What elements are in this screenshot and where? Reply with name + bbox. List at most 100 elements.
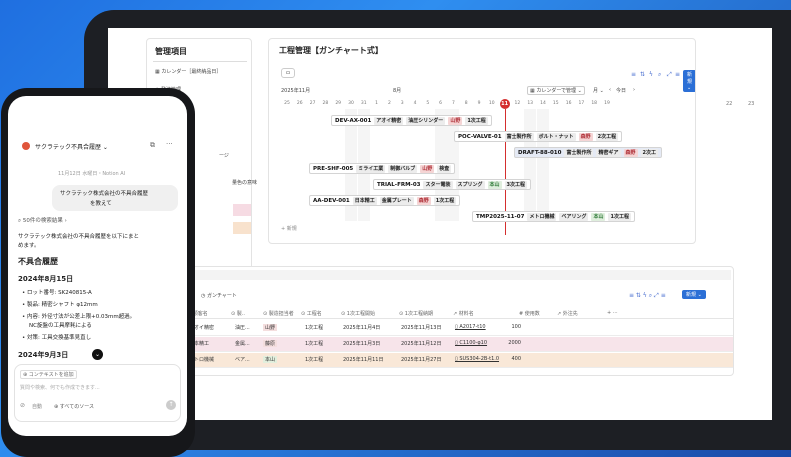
bar-tag: 1次工程 [433, 197, 457, 205]
gantt-bar[interactable]: TMP2025-11-07 メトロ機械 ベアリング 本山 1次工程 [472, 211, 635, 222]
layout-toggle-icon[interactable]: ▭ [281, 68, 295, 78]
day-label: 8 [464, 101, 468, 106]
gantt-view-tab[interactable]: ◷ ガンチャート [201, 292, 237, 299]
cell-product: 金属... [235, 341, 250, 347]
cell-staff: 本山 [263, 356, 278, 363]
search-results-link[interactable]: ⌕ 50件の検索結果 › [18, 216, 67, 225]
cell-material[interactable]: ▯ C1100-φ10 [455, 340, 487, 346]
bullet-content: • 内容: 外径寸法が公差上限+0.03mm超過。 [22, 314, 136, 320]
month-toggle[interactable]: 月 ⌄ [593, 87, 604, 94]
gantt-bar[interactable]: DEV-AX-001 アオイ精密 油圧シリンダー 山野 1次工程 [331, 115, 492, 126]
cell-qty: 2000 [508, 340, 521, 346]
calendar-manage-button[interactable]: ▦ カレンダーで管理 ⌄ [527, 86, 585, 95]
add-context-button[interactable]: ⊕ コンテキストを追加 [20, 370, 77, 379]
bar-tag: 山野 [420, 165, 435, 173]
send-button[interactable]: ↑ [166, 400, 176, 410]
bar-id: DEV-AX-001 [335, 118, 372, 124]
sidebar-item-page[interactable]: ージ [219, 152, 229, 159]
today-marker: 11 [499, 99, 510, 109]
bar-tag: スター電装 [423, 181, 453, 189]
date-heading-1: 2024年8月15日 [18, 275, 74, 283]
day-label: 28 [322, 101, 329, 106]
gantt-bar[interactable]: DRAFT-88-010 富士製作所 精密ギア 森野 2次工 [514, 147, 662, 158]
new-chat-icon[interactable]: ⧉ [150, 141, 155, 150]
filter-icon[interactable]: ≡ [631, 71, 636, 78]
day-label: 5 [426, 101, 430, 106]
cell-staff: 藤原 [263, 340, 278, 347]
bar-tag: 森野 [578, 133, 593, 141]
legend-row-pink [233, 204, 251, 216]
cell-due: 2025年11月27日 [401, 357, 442, 363]
search-icon[interactable]: ⌕ [658, 71, 661, 79]
today-button[interactable]: 今日 [616, 87, 626, 94]
column-header[interactable]: ⊙ 1次工程納期 [399, 310, 433, 317]
column-header[interactable]: ⊙ 製造担当者 [263, 310, 294, 317]
scroll-down-button[interactable]: ⌄ [92, 349, 103, 360]
more-icon[interactable]: ≡ [675, 71, 680, 78]
column-header[interactable]: ↗ 外注先 [557, 310, 578, 317]
day-label: 6 [439, 101, 443, 106]
day-label: 13 [527, 101, 534, 106]
gantt-panel: 工程管理【ガンチャート式】 ▭ ≡ ⇅ ϟ ⌕ ⤢ ≡ 新規 ⌄ 2025年11… [268, 38, 696, 244]
bar-tag: ミライ工業 [356, 165, 386, 173]
add-row-button[interactable]: + 新規 [281, 225, 297, 232]
day-label: 17 [578, 101, 585, 106]
bar-id: DRAFT-88-010 [518, 150, 562, 156]
bar-tag: 油圧シリンダー [406, 117, 446, 125]
sidebar-item-calendar[interactable]: ▦ カレンダー［最終納品日］ [155, 68, 221, 75]
extra-day-22: 22 [726, 101, 733, 107]
bar-tag: 精密ギア [596, 149, 621, 157]
cell-material[interactable]: ▯ SUS304-2B-t1.0 [455, 356, 499, 362]
nav-prev-icon[interactable]: ‹ [609, 87, 611, 93]
gantt-bar[interactable]: POC-VALVE-01 富士製作所 ボルト・ナット 森野 2次工程 [454, 131, 623, 142]
gantt-bar[interactable]: PRE-SHF-005 ミライ工業 制御バルブ 山野 検査 [309, 163, 456, 174]
expand-icon[interactable]: ⤢ [667, 71, 672, 79]
nav-next-icon[interactable]: › [633, 87, 635, 93]
cell-material[interactable]: ▯ A2017-t10 [455, 324, 486, 330]
chat-input-placeholder[interactable]: 質問や検索、何でも作成できます... [20, 384, 100, 391]
bar-tag: 日本精工 [352, 197, 377, 205]
table-new-button[interactable]: 新規 ⌄ [682, 290, 706, 299]
new-button[interactable]: 新規 ⌄ [683, 70, 695, 92]
tablet-screen: 管理項目 ▦ カレンダー［最終納品日］ ◎ 発注管理 ージ 量色の意味 工程管理… [108, 28, 772, 420]
column-header[interactable]: ⊙ 工程名 [301, 310, 322, 317]
day-label: 1 [375, 101, 379, 106]
column-header[interactable]: ⊙ 1次工程開始 [341, 310, 375, 317]
table-header: ⊙ 顧客名 ⊙ 製.. ⊙ 製造担当者 ⊙ 工程名 ⊙ 1次工程開始 ⊙ 1次工程納期 ↗ … [147, 307, 733, 319]
gantt-title: 工程管理【ガンチャート式】 [279, 46, 383, 55]
column-header[interactable]: ↗ 材料名 [453, 310, 474, 317]
add-column-icon[interactable]: + ··· [607, 310, 618, 316]
column-header[interactable]: # 使用数 [519, 310, 540, 317]
bar-tag: 本山 [591, 213, 606, 221]
day-label: 7 [451, 101, 455, 106]
bar-tag: 3次工程 [504, 181, 528, 189]
bar-tag: 富士製作所 [564, 149, 594, 157]
gantt-bar[interactable]: TRIAL-FRM-03 スター電装 スプリング 本山 3次工程 [373, 179, 532, 190]
lightning-icon[interactable]: ϟ [649, 71, 653, 78]
bar-id: AA-DEV-001 [313, 198, 350, 204]
bar-id: TMP2025-11-07 [476, 214, 525, 220]
sources-selector[interactable]: ⊕ すべてのソース [54, 403, 94, 410]
chat-title[interactable]: サクラテック不具合履歴 ⌄ [35, 142, 108, 151]
section-heading: 不具合履歴 [18, 257, 58, 266]
column-header[interactable]: ⊙ 製.. [231, 310, 245, 317]
table-row[interactable]: 2025-11-07メトロ機械ベア...本山1次工程2025年11月11日202… [147, 353, 733, 368]
attach-icon[interactable]: ⊘ [20, 402, 25, 409]
table-row[interactable]: AX-001アオイ精密油圧...山野1次工程2025年11月4日2025年11月… [147, 321, 733, 336]
auto-mode-label[interactable]: 自動 [32, 403, 42, 410]
gantt-bar[interactable]: AA-DEV-001 日本精工 金属プレート 森野 1次工程 [309, 195, 461, 206]
month-label-left: 2025年11月 [281, 88, 311, 94]
cell-staff: 山野 [263, 324, 278, 331]
bar-tag: 1次工程 [608, 213, 631, 221]
weekend-column [537, 109, 549, 221]
sort-icon[interactable]: ⇅ [640, 71, 645, 78]
more-options-icon[interactable]: ··· [166, 140, 173, 148]
table-filter-icon[interactable]: ≡ ⇅ ϟ ⌕ ⤢ ≡ [629, 292, 666, 300]
bar-tag: スプリング [455, 181, 485, 189]
table-row[interactable]: EV-001日本精工金属...藤原1次工程2025年11月3日2025年11月1… [147, 337, 733, 352]
day-label: 15 [552, 101, 559, 106]
date-heading-2: 2024年9月3日 [18, 351, 69, 359]
extra-day-23: 23 [748, 101, 755, 107]
bar-tag: 本山 [487, 181, 502, 189]
day-label: 30 [348, 101, 354, 106]
